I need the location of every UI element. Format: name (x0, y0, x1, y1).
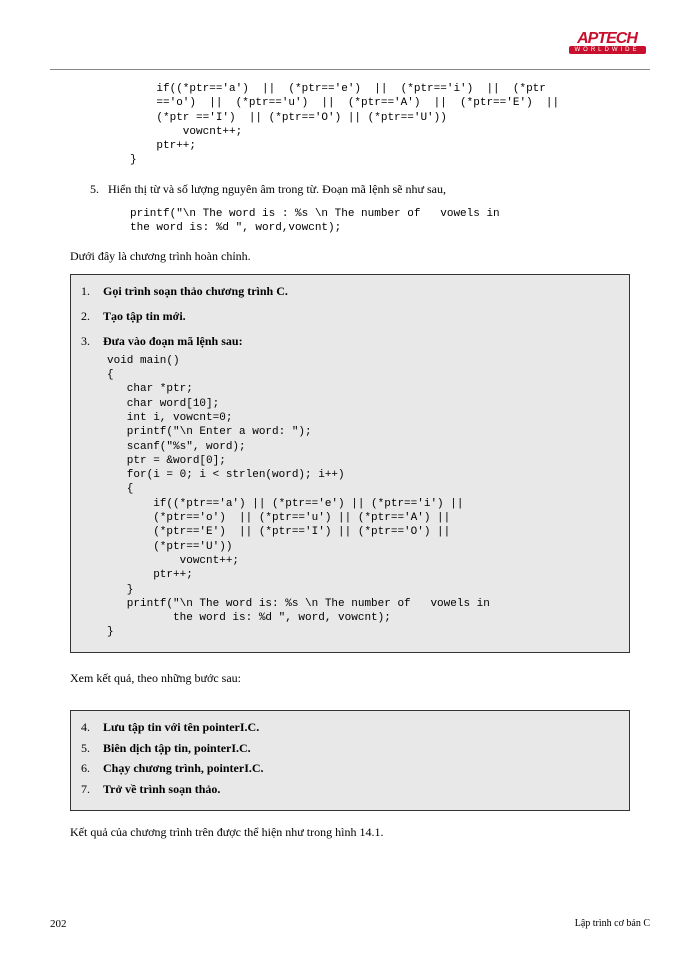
footer-title: Lập trình cơ bản C (575, 918, 650, 930)
step-5: 5. Hiển thị từ và số lượng nguyên âm tro… (90, 182, 650, 197)
view-results-intro: Xem kết quả, theo những bước sau: (70, 671, 650, 686)
page-number: 202 (50, 918, 67, 930)
box1-item1-num: 1. (81, 283, 103, 300)
code-box-main: 1. Gọi trình soạn thảo chương trình C. 2… (70, 274, 630, 652)
box1-item3-text: Đưa vào đoạn mã lệnh sau: (103, 333, 619, 350)
box2-item4-text: Lưu tập tin với tên pointerI.C. (103, 719, 619, 736)
code-snippet-top: if((*ptr=='a') || (*ptr=='e') || (*ptr==… (130, 82, 650, 168)
box2-item5-num: 5. (81, 740, 103, 757)
step-5-number: 5. (90, 182, 108, 197)
box1-item2-text: Tạo tập tin mới. (103, 308, 619, 325)
page-footer: 202 Lập trình cơ bản C (50, 918, 650, 930)
box2-item6-text: Chạy chương trình, pointerI.C. (103, 760, 619, 777)
step-5-text: Hiển thị từ và số lượng nguyên âm trong … (108, 182, 446, 197)
box2-item7-text: Trở về trình soạn thảo. (103, 781, 619, 798)
box2-item5-text: Biên dịch tập tin, pointerI.C. (103, 740, 619, 757)
intro-complete-program: Dưới đây là chương trình hoàn chỉnh. (70, 249, 650, 264)
box2-item7-num: 7. (81, 781, 103, 798)
box1-item3-num: 3. (81, 333, 103, 350)
box2-item4-num: 4. (81, 719, 103, 736)
box2-item6-num: 6. (81, 760, 103, 777)
box1-item2-num: 2. (81, 308, 103, 325)
page-header: APTECH WORLDWIDE (50, 30, 650, 70)
steps-box-secondary: 4. Lưu tập tin với tên pointerI.C. 5. Bi… (70, 710, 630, 811)
box1-item1-text: Gọi trình soạn thảo chương trình C. (103, 283, 619, 300)
code-snippet-printf: printf("\n The word is : %s \n The numbe… (130, 207, 650, 236)
result-figure-reference: Kết quả của chương trình trên được thể h… (70, 825, 650, 840)
logo-text-sub: WORLDWIDE (569, 46, 646, 54)
aptech-logo: APTECH WORLDWIDE (564, 30, 650, 62)
box1-code-main: void main() { char *ptr; char word[10]; … (107, 354, 619, 640)
